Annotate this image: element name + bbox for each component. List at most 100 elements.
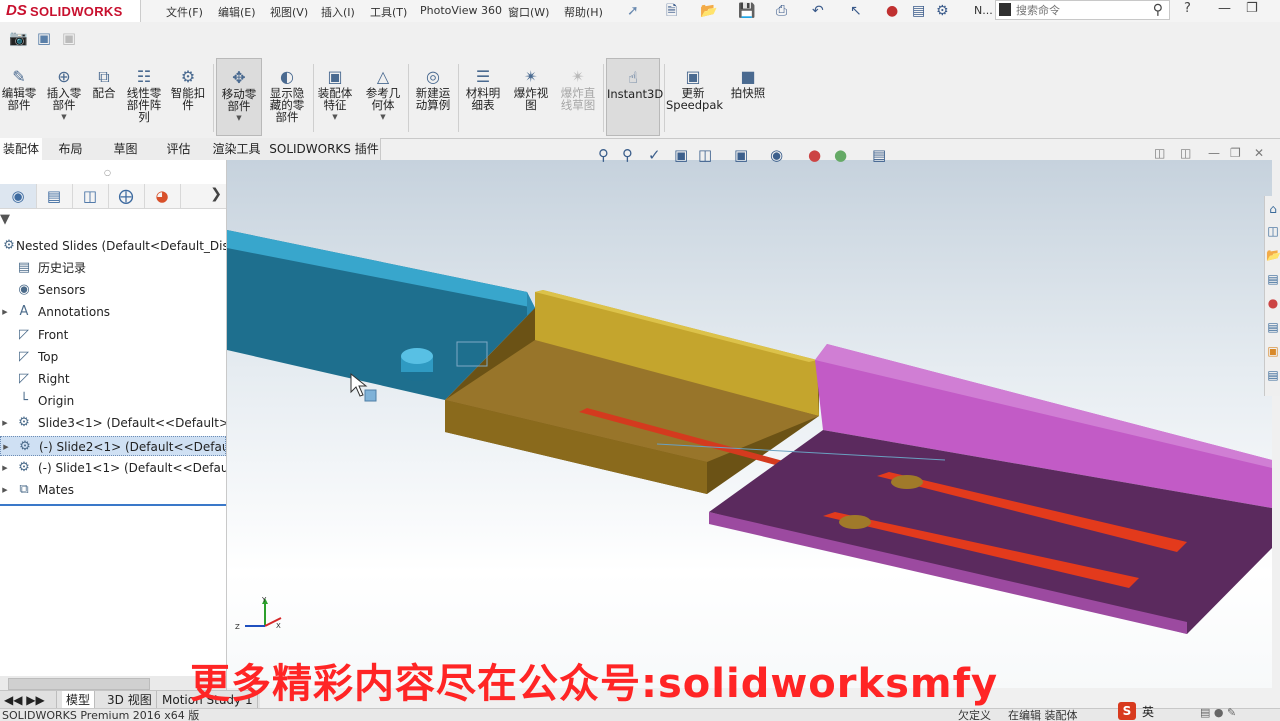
menu-help[interactable]: 帮助(H) — [564, 4, 603, 20]
edit-appearance-icon[interactable]: ● — [808, 146, 821, 164]
command-button-14[interactable]: ▣ 更新 Speedpak — [666, 58, 723, 136]
viewport-minimize-icon[interactable]: — — [1208, 146, 1220, 160]
tab-evaluate[interactable]: 评估 — [152, 138, 206, 160]
custom-properties-icon[interactable]: ▤ — [1266, 320, 1280, 338]
tab-sketch[interactable]: 草图 — [99, 138, 153, 160]
command-button-2[interactable]: ⧉ 配合 — [88, 58, 120, 136]
command-button-15[interactable]: ■ 拍快照 — [726, 58, 770, 136]
command-button-11[interactable]: ✴ 爆炸视 图 — [510, 58, 552, 136]
command-button-8[interactable]: △ 参考几 何体 ▼ — [360, 58, 406, 136]
command-button-13[interactable]: ☝ Instant3D — [606, 58, 663, 136]
tab-model[interactable]: 模型 — [62, 691, 96, 709]
tab-solidworks-addins[interactable]: SOLIDWORKS 插件 — [268, 138, 381, 160]
options-icon[interactable]: ⚙ — [936, 2, 949, 20]
search-icon[interactable]: ⚲ — [1153, 2, 1163, 18]
chevron-down-icon[interactable]: ▼ — [44, 113, 84, 121]
tab-layout[interactable]: 布局 — [42, 138, 100, 160]
tree-item[interactable]: └ Origin — [0, 391, 226, 411]
command-button-4[interactable]: ⚙ 智能扣 件 — [168, 58, 208, 136]
menu-photoview[interactable]: PhotoView 360 — [420, 4, 502, 17]
panel-grip[interactable]: ○ — [104, 168, 111, 177]
expand-icon[interactable]: ▶ — [1, 437, 11, 455]
tree-item[interactable]: ▶ A Annotations — [0, 302, 226, 322]
viewport-close-icon[interactable]: ✕ — [1254, 146, 1264, 160]
appearances-icon[interactable]: ● — [1266, 296, 1280, 314]
camera-icon[interactable]: 📷 — [9, 30, 28, 46]
tree-root[interactable]: ⚙ Nested Slides (Default<Default_Display — [0, 236, 226, 256]
forum-icon[interactable]: ▣ — [1266, 344, 1280, 362]
property-manager-tab-icon[interactable]: ▤ — [36, 184, 73, 208]
record-icon[interactable]: ▣ — [35, 30, 53, 46]
viewport-restore-icon[interactable]: ❐ — [1230, 146, 1241, 160]
tree-item[interactable]: ▶ ⚙ (-) Slide1<1> (Default<<Default>_ — [0, 458, 226, 478]
command-button-10[interactable]: ☰ 材料明 细表 — [460, 58, 506, 136]
previous-view-icon[interactable]: ✓ — [648, 146, 661, 164]
view-settings-icon[interactable]: ▤ — [872, 146, 886, 164]
zoom-to-fit-icon[interactable]: ⚲ — [598, 146, 609, 164]
filter-icon[interactable]: ▼ — [0, 212, 10, 227]
tile-left-icon[interactable]: ◫ — [1154, 146, 1165, 160]
menu-view[interactable]: 视图(V) — [270, 4, 308, 20]
dimxpert-tab-icon[interactable]: ⨁ — [108, 184, 145, 208]
command-button-1[interactable]: ⊕ 插入零 部件 ▼ — [44, 58, 84, 136]
tree-item[interactable]: ▤ 历史记录 — [0, 258, 226, 278]
solidworks-logo[interactable]: DS SOLIDWORKS — [0, 0, 141, 22]
display-style-icon[interactable]: ▣ — [734, 146, 748, 164]
command-button-5[interactable]: ✥ 移动零 部件 ▼ — [216, 58, 262, 136]
open-icon[interactable]: 📂 — [700, 2, 717, 20]
minimize-icon[interactable]: — — [1218, 1, 1231, 16]
section-view-icon[interactable]: ▣ — [674, 146, 688, 164]
tree-item[interactable]: ▶ ⚙ Slide3<1> (Default<<Default>_Di — [0, 413, 226, 433]
chevron-down-icon[interactable]: ▼ — [217, 114, 261, 122]
ime-indicator[interactable]: S 英 — [1118, 702, 1164, 720]
solidworks-resources-icon[interactable]: ⌂ — [1266, 202, 1280, 220]
graphics-area[interactable] — [227, 160, 1272, 688]
command-button-0[interactable]: ✎ 编辑零 部件 — [0, 58, 38, 136]
undo-icon[interactable]: ↶ — [812, 2, 824, 20]
command-button-9[interactable]: ◎ 新建运 动算例 — [410, 58, 456, 136]
tree-item[interactable]: ◸ Front — [0, 325, 226, 345]
tab-render-tools[interactable]: 渲染工具 — [205, 138, 269, 160]
apply-scene-icon[interactable]: ● — [834, 146, 847, 164]
menu-file[interactable]: 文件(F) — [166, 4, 203, 20]
zoom-to-area-icon[interactable]: ⚲ — [622, 146, 633, 164]
tab-assembly[interactable]: 装配体 — [0, 138, 43, 160]
restore-icon[interactable]: ❐ — [1246, 1, 1258, 16]
select-icon[interactable]: ↖ — [850, 2, 862, 20]
search-input[interactable] — [1016, 2, 1136, 18]
tree-item[interactable]: ◉ Sensors — [0, 280, 226, 300]
new-document-icon[interactable]: 🗎 — [666, 2, 677, 20]
display-manager-tab-icon[interactable]: ◕ — [144, 184, 181, 208]
expand-icon[interactable]: ▶ — [0, 413, 10, 433]
save-icon[interactable]: 💾 — [738, 2, 755, 20]
design-library-icon[interactable]: ◫ — [1266, 224, 1280, 242]
help-icon[interactable]: ? — [1184, 1, 1191, 16]
view-orientation-icon[interactable]: ◫ — [698, 146, 712, 164]
command-button-3[interactable]: ☷ 线性零 部件阵 列 — [122, 58, 166, 136]
tree-item[interactable]: ◸ Right — [0, 369, 226, 389]
tree-item[interactable]: ▶ ⧉ Mates — [0, 480, 226, 500]
search-box[interactable]: ⚲ — [995, 0, 1170, 20]
hide-show-items-icon[interactable]: ◉ — [770, 146, 783, 164]
tile-right-icon[interactable]: ◫ — [1180, 146, 1191, 160]
file-properties-icon[interactable]: ▤ — [912, 2, 925, 20]
viewport-scrollbar[interactable] — [1272, 160, 1280, 196]
expand-icon[interactable]: ▶ — [0, 458, 10, 478]
menu-tools[interactable]: 工具(T) — [370, 4, 407, 20]
menu-window[interactable]: 窗口(W) — [508, 4, 549, 20]
scroll-thumb[interactable] — [8, 678, 150, 690]
comments-icon[interactable]: ▤ — [1266, 368, 1280, 386]
configuration-manager-tab-icon[interactable]: ◫ — [72, 184, 109, 208]
search-scope-icon[interactable] — [999, 3, 1011, 16]
chevron-down-icon[interactable]: ▼ — [360, 113, 406, 121]
command-button-7[interactable]: ▣ 装配体 特征 ▼ — [314, 58, 356, 136]
menu-insert[interactable]: 插入(I) — [321, 4, 355, 20]
tree-item[interactable]: ◸ Top — [0, 347, 226, 367]
expand-icon[interactable]: ▶ — [0, 302, 10, 322]
tab-nav-arrows[interactable]: ◀◀ ▶▶ — [0, 691, 57, 709]
view-palette-icon[interactable]: ▤ — [1266, 272, 1280, 290]
file-explorer-icon[interactable]: 📂 — [1266, 248, 1280, 266]
chevron-right-icon[interactable]: ❯ — [210, 186, 222, 202]
feature-manager-tab-icon[interactable]: ◉ — [0, 184, 37, 208]
menu-edit[interactable]: 编辑(E) — [218, 4, 256, 20]
